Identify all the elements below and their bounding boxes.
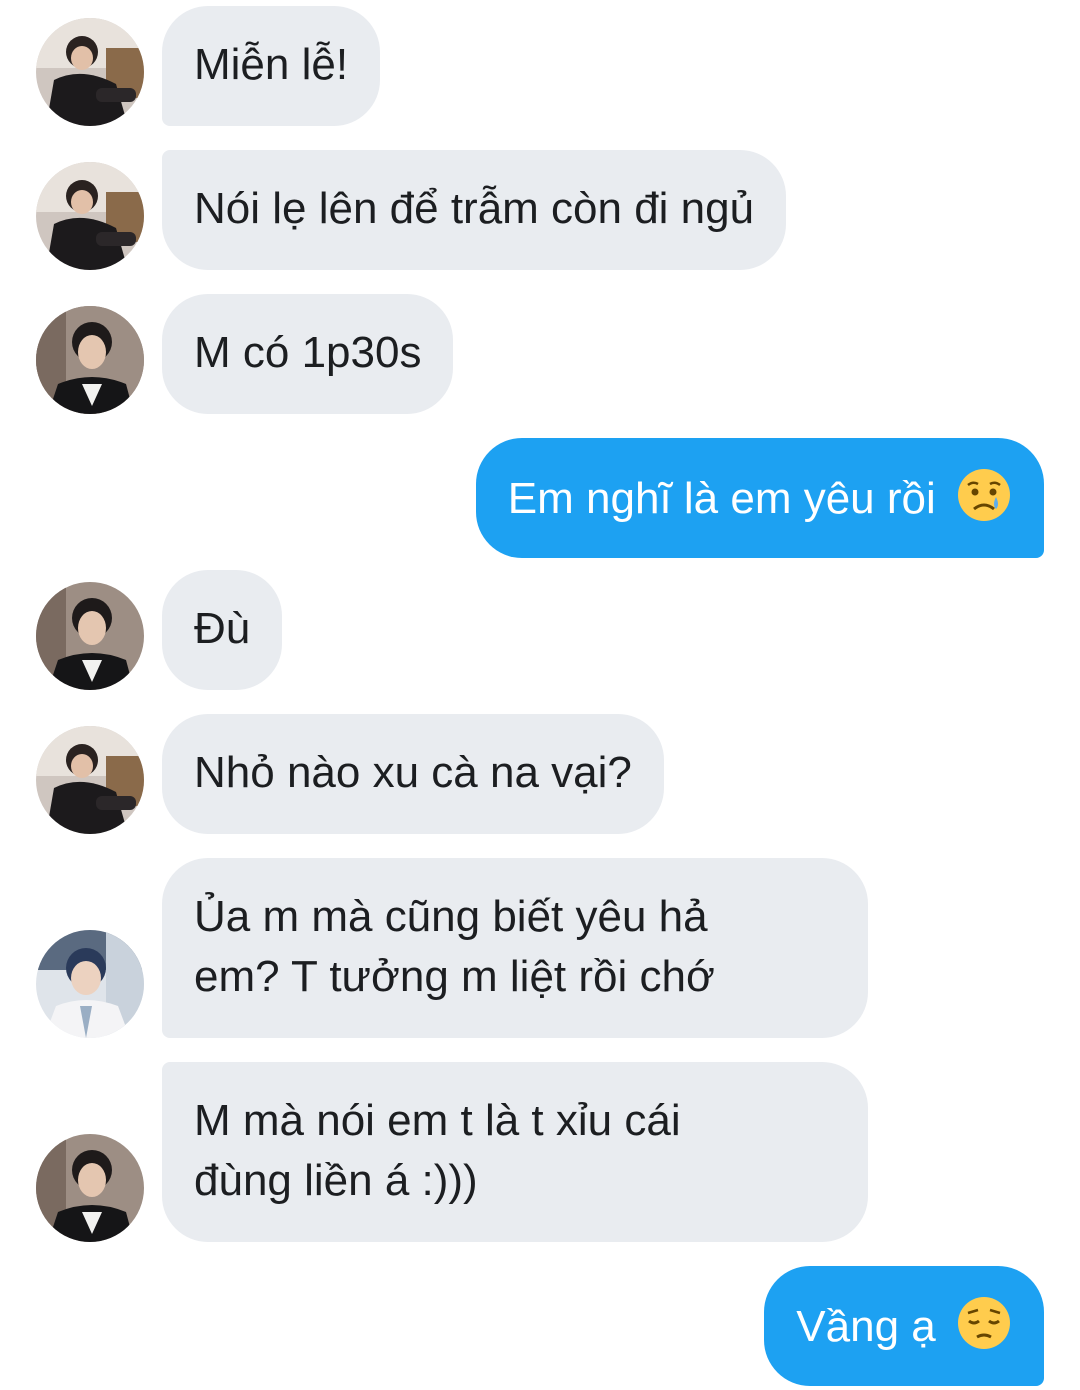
avatar-photo-icon bbox=[36, 726, 144, 834]
message-bubble[interactable]: M mà nói em t là t xỉu cái đùng liền á :… bbox=[162, 1062, 868, 1242]
message-row: Vầng ạ bbox=[0, 1266, 1080, 1386]
avatar[interactable] bbox=[36, 930, 144, 1038]
avatar[interactable] bbox=[36, 726, 144, 834]
avatar-photo-icon bbox=[36, 582, 144, 690]
message-text: Vầng ạ bbox=[796, 1302, 936, 1351]
message-bubble[interactable]: Nhỏ nào xu cà na vại? bbox=[162, 714, 664, 834]
message-row: M có 1p30s bbox=[0, 294, 1080, 414]
message-row: M mà nói em t là t xỉu cái đùng liền á :… bbox=[0, 1062, 1080, 1242]
message-thread: Miễn lễ! Nói lẹ lên để trẫm còn đi ngủ M… bbox=[0, 0, 1080, 1390]
message-row: Miễn lễ! bbox=[0, 6, 1080, 126]
avatar-photo-icon bbox=[36, 1134, 144, 1242]
message-text: Em nghĩ là em yêu rồi bbox=[507, 474, 936, 523]
message-text: M có 1p30s bbox=[194, 328, 422, 377]
message-text: Đù bbox=[194, 604, 251, 653]
message-bubble[interactable]: Miễn lễ! bbox=[162, 6, 381, 126]
message-text: Nói lẹ lên để trẫm còn đi ngủ bbox=[194, 184, 755, 233]
message-row: Ủa m mà cũng biết yêu hả em? T tưởng m l… bbox=[0, 858, 1080, 1038]
message-row: Đù bbox=[0, 570, 1080, 690]
message-row: Em nghĩ là em yêu rồi bbox=[0, 438, 1080, 558]
avatar[interactable] bbox=[36, 18, 144, 126]
sad-relieved-face-emoji-icon bbox=[956, 467, 1012, 523]
message-bubble[interactable]: Ủa m mà cũng biết yêu hả em? T tưởng m l… bbox=[162, 858, 868, 1038]
message-row: Nói lẹ lên để trẫm còn đi ngủ bbox=[0, 150, 1080, 270]
message-text: Miễn lễ! bbox=[194, 40, 349, 89]
message-text-line: đùng liền á :))) bbox=[194, 1156, 478, 1205]
pensive-face-emoji-icon bbox=[956, 1295, 1012, 1351]
avatar-photo-icon bbox=[36, 930, 144, 1038]
avatar[interactable] bbox=[36, 1134, 144, 1242]
avatar-photo-icon bbox=[36, 306, 144, 414]
message-bubble[interactable]: Vầng ạ bbox=[764, 1266, 1044, 1386]
avatar[interactable] bbox=[36, 306, 144, 414]
message-bubble[interactable]: M có 1p30s bbox=[162, 294, 454, 414]
message-bubble[interactable]: Em nghĩ là em yêu rồi bbox=[475, 438, 1044, 558]
message-bubble[interactable]: Đù bbox=[162, 570, 283, 690]
message-text-line: M mà nói em t là t xỉu cái bbox=[194, 1096, 681, 1145]
avatar[interactable] bbox=[36, 162, 144, 270]
message-text: Nhỏ nào xu cà na vại? bbox=[194, 748, 632, 797]
message-row: Nhỏ nào xu cà na vại? bbox=[0, 714, 1080, 834]
avatar-photo-icon bbox=[36, 18, 144, 126]
avatar[interactable] bbox=[36, 582, 144, 690]
message-text-line: em? T tưởng m liệt rồi chớ bbox=[194, 952, 715, 1001]
message-bubble[interactable]: Nói lẹ lên để trẫm còn đi ngủ bbox=[162, 150, 787, 270]
message-text-line: Ủa m mà cũng biết yêu hả bbox=[194, 892, 708, 941]
avatar-photo-icon bbox=[36, 162, 144, 270]
